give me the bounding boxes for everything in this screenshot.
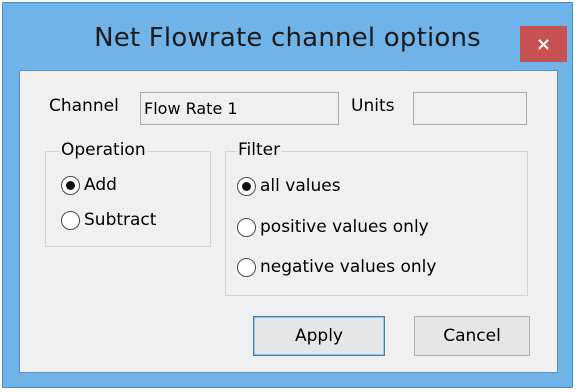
radio-label: Add <box>84 175 117 195</box>
operation-group-title: Operation <box>60 140 147 160</box>
radio-label: negative values only <box>260 257 437 277</box>
dialog-window: Net Flowrate channel options × Channel U… <box>2 2 573 388</box>
dialog-body: Channel Units Operation Add Subtract Fil… <box>19 70 558 373</box>
filter-negative-values-option[interactable]: negative values only <box>237 257 436 277</box>
operation-group <box>45 151 211 247</box>
radio-label: positive values only <box>260 217 429 237</box>
operation-subtract-option[interactable]: Subtract <box>61 210 156 230</box>
radio-label: Subtract <box>84 210 157 230</box>
radio-button-checked[interactable] <box>237 176 256 196</box>
close-icon: × <box>535 33 552 55</box>
operation-add-option[interactable]: Add <box>61 175 117 195</box>
apply-button[interactable]: Apply <box>253 316 385 356</box>
filter-all-values-option[interactable]: all values <box>237 176 341 196</box>
units-field[interactable] <box>413 92 527 125</box>
radio-button[interactable] <box>61 210 80 230</box>
radio-label: all values <box>260 176 341 196</box>
filter-positive-values-option[interactable]: positive values only <box>237 217 429 237</box>
filter-group-title: Filter <box>237 140 282 160</box>
units-label: Units <box>351 96 395 116</box>
channel-field[interactable] <box>140 92 339 125</box>
radio-button[interactable] <box>237 217 256 237</box>
close-button[interactable]: × <box>520 26 567 62</box>
cancel-button[interactable]: Cancel <box>414 316 530 356</box>
radio-button[interactable] <box>237 257 256 277</box>
radio-button-checked[interactable] <box>61 175 80 195</box>
dialog-title: Net Flowrate channel options <box>94 23 481 53</box>
channel-label: Channel <box>49 96 119 116</box>
